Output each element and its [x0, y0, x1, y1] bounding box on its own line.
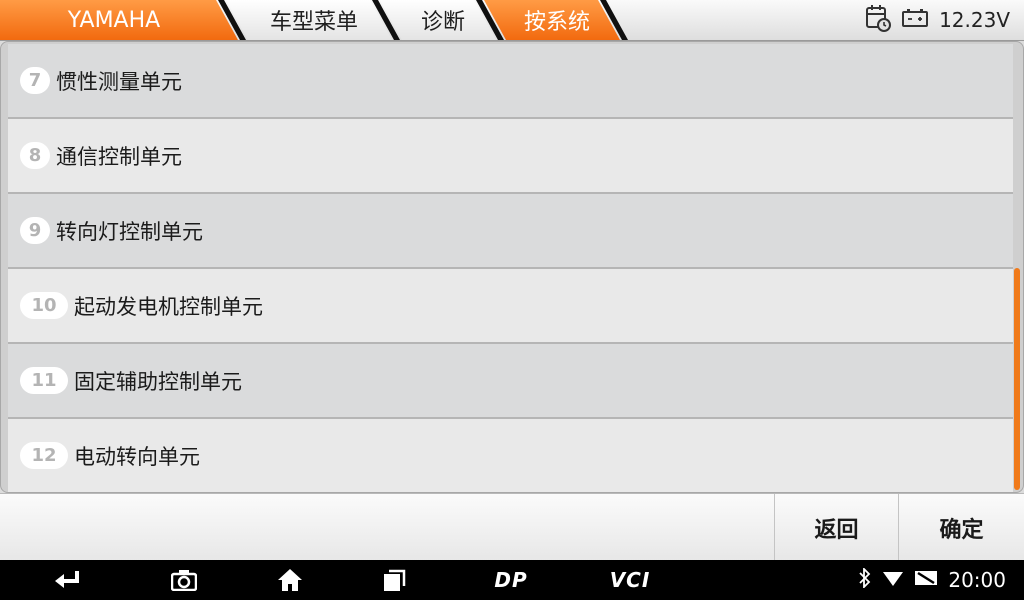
breadcrumb-label: 诊断	[420, 10, 465, 35]
item-label: 固定辅助控制单元	[74, 369, 242, 394]
camera-icon[interactable]	[168, 560, 200, 600]
confirm-button[interactable]: 确定	[898, 494, 1024, 561]
item-label: 起动发电机控制单元	[74, 294, 263, 319]
battery-icon	[901, 8, 929, 33]
back-arrow-icon[interactable]	[50, 560, 84, 600]
system-status: 20:00	[858, 560, 1006, 600]
breadcrumb-diagnose[interactable]: 诊断	[380, 0, 496, 40]
action-bar: 返回 确定	[0, 493, 1024, 561]
recent-apps-icon[interactable]	[380, 560, 410, 600]
breadcrumb-label: YAMAHA	[67, 7, 161, 33]
bluetooth-icon	[858, 566, 872, 593]
item-label: 电动转向单元	[74, 444, 200, 469]
item-number-badge: 9	[20, 217, 50, 244]
top-bar: YAMAHA 车型菜单 诊断 按系统 12.23V	[0, 0, 1024, 41]
confirm-button-label: 确定	[939, 517, 984, 543]
list-item[interactable]: 9 转向灯控制单元	[8, 194, 1013, 269]
item-number-badge: 7	[20, 67, 50, 94]
breadcrumb-by-system[interactable]: 按系统	[484, 0, 620, 40]
clock-time: 20:00	[948, 568, 1006, 592]
cellular-off-icon	[914, 568, 938, 592]
item-number-badge: 10	[20, 292, 68, 319]
wifi-icon	[882, 568, 904, 592]
item-number-badge: 11	[20, 367, 68, 394]
back-button-label: 返回	[814, 517, 859, 543]
back-button[interactable]: 返回	[774, 494, 898, 561]
list-item[interactable]: 8 通信控制单元	[8, 119, 1013, 194]
item-label: 通信控制单元	[56, 144, 182, 169]
scrollbar-thumb[interactable]	[1014, 268, 1020, 490]
breadcrumb-model-menu[interactable]: 车型菜单	[226, 0, 392, 40]
list-item[interactable]: 11 固定辅助控制单元	[8, 344, 1013, 419]
list-item[interactable]: 7 惯性测量单元	[8, 44, 1013, 119]
item-label: 转向灯控制单元	[56, 219, 203, 244]
list-item[interactable]: 10 起动发电机控制单元	[8, 269, 1013, 344]
dp-button[interactable]: DP	[486, 560, 536, 600]
vci-label: VCI	[609, 568, 651, 592]
list-item[interactable]: 12 电动转向单元	[8, 419, 1013, 492]
breadcrumb-label: 车型菜单	[269, 10, 358, 35]
voltage-readout: 12.23V	[939, 8, 1010, 32]
vci-button[interactable]: VCI	[604, 560, 656, 600]
breadcrumb-yamaha[interactable]: YAMAHA	[0, 0, 238, 40]
system-list: 7 惯性测量单元 8 通信控制单元 9 转向灯控制单元 10 起动发电机控制单元…	[0, 41, 1024, 493]
home-icon[interactable]	[274, 560, 306, 600]
system-nav-bar: DP VCI 20:00	[0, 560, 1024, 600]
breadcrumb-label: 按系统	[523, 10, 590, 35]
status-area: 12.23V	[865, 0, 1010, 40]
item-number-badge: 8	[20, 142, 50, 169]
dp-label: DP	[494, 568, 528, 592]
item-number-badge: 12	[20, 442, 68, 469]
calendar-clock-icon	[865, 4, 892, 37]
item-label: 惯性测量单元	[56, 69, 182, 94]
